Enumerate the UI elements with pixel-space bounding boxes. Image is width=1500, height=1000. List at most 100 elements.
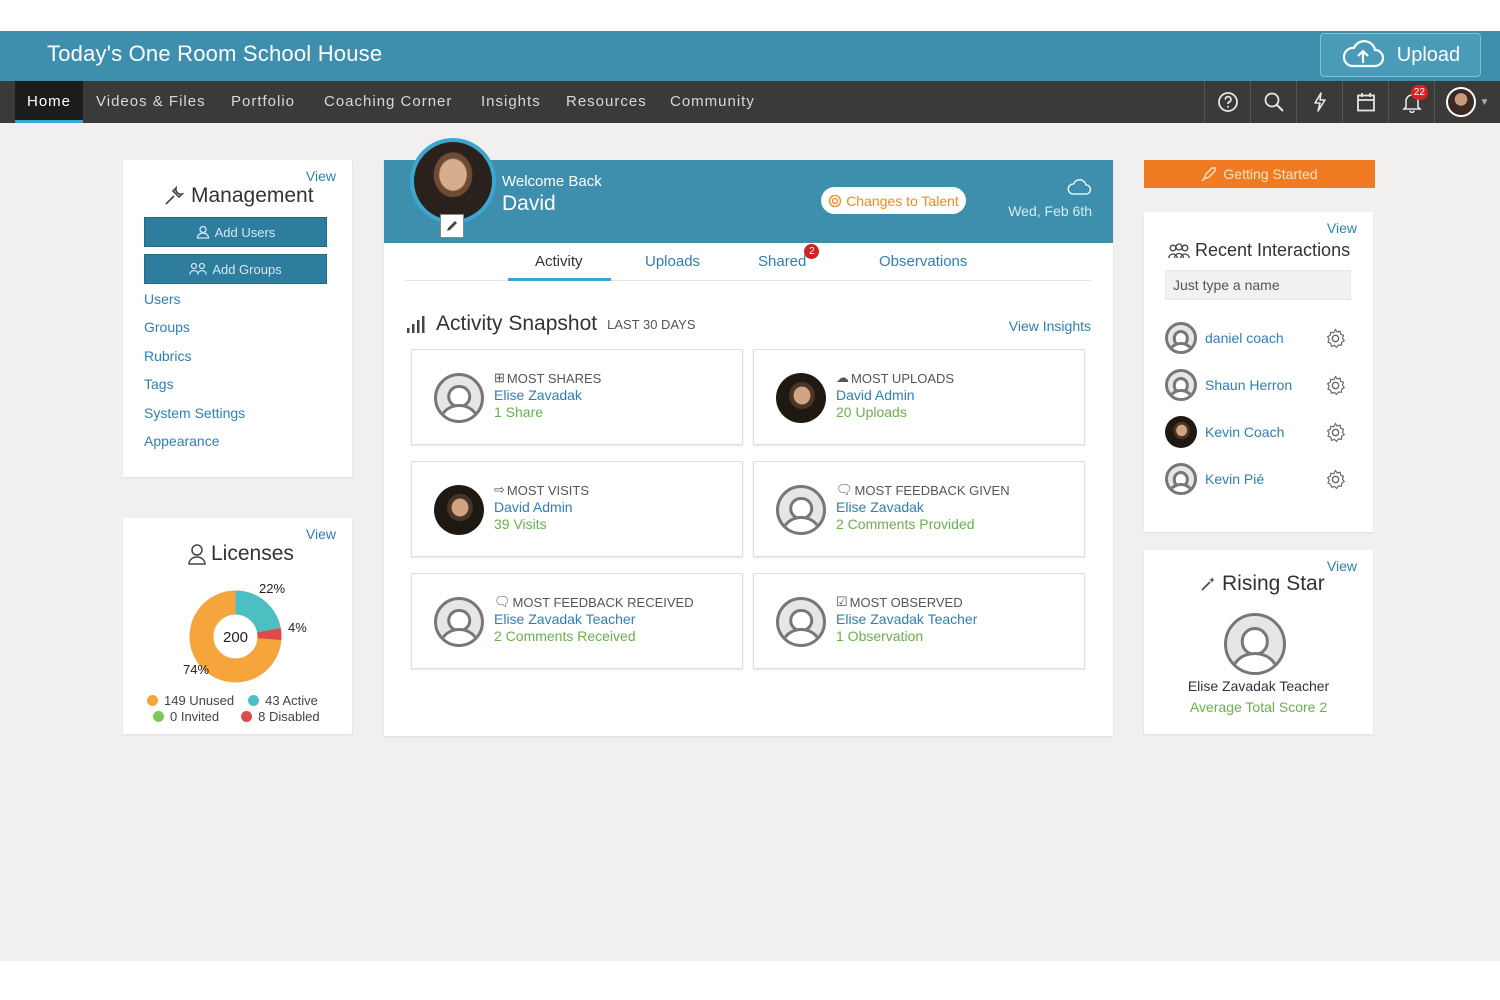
management-title: Management <box>163 184 314 208</box>
management-title-text: Management <box>191 184 314 207</box>
stat-name[interactable]: Elise Zavadak Teacher <box>494 611 635 627</box>
notifications-button[interactable]: 22 <box>1388 81 1434 123</box>
stat-card-most-feedback-received[interactable]: 🗨 MOST FEEDBACK RECEIVED Elise Zavadak Te… <box>411 573 743 669</box>
snapshot-subtitle: LAST 30 DAYS <box>607 316 696 332</box>
nav-coaching-corner[interactable]: Coaching Corner <box>324 81 452 123</box>
top-bar: Today's One Room School House Upload <box>0 31 1500 81</box>
help-button[interactable] <box>1204 81 1250 123</box>
stat-value: 1 Observation <box>836 628 924 644</box>
stat-card-most-shares[interactable]: ⊞ MOST SHARES Elise Zavadak 1 Share <box>411 349 743 445</box>
signal-bars-icon <box>407 316 425 333</box>
wrench-icon <box>165 185 185 205</box>
user-icon <box>188 544 206 565</box>
pencil-icon <box>447 221 457 231</box>
visit-icon: ⇨ <box>494 482 505 497</box>
stat-name[interactable]: David Admin <box>836 387 915 403</box>
recent-person-row[interactable]: Shaun Herron <box>1165 369 1346 403</box>
activity-tabs: Activity Uploads Shared 2 Observations <box>405 243 1091 281</box>
gear-icon[interactable] <box>1325 375 1346 396</box>
management-view-link[interactable]: View <box>306 168 336 184</box>
snapshot-title-text: Activity Snapshot <box>436 312 598 335</box>
activity-button[interactable] <box>1296 81 1342 123</box>
getting-started-label: Getting Started <box>1223 166 1318 182</box>
stat-name[interactable]: David Admin <box>494 499 573 515</box>
stat-label: ☑ MOST OBSERVED <box>836 594 963 610</box>
cloud-icon <box>1067 178 1092 195</box>
user-icon <box>196 225 209 239</box>
app-window: Today's One Room School House Upload Hom… <box>0 31 1500 961</box>
check-icon: ☑ <box>836 594 848 609</box>
group-icon <box>189 262 208 275</box>
stat-card-most-uploads[interactable]: ☁ MOST UPLOADS David Admin 20 Uploads <box>753 349 1085 445</box>
recent-view-link[interactable]: View <box>1327 220 1357 236</box>
recent-person-row[interactable]: Kevin Pié <box>1165 463 1346 497</box>
gear-icon[interactable] <box>1325 469 1346 490</box>
avatar <box>434 597 484 647</box>
recent-person-name[interactable]: Shaun Herron <box>1205 377 1292 393</box>
management-link-tags[interactable]: Tags <box>144 376 245 404</box>
cloud-upload-icon <box>1342 40 1384 68</box>
stat-card-most-observed[interactable]: ☑ MOST OBSERVED Elise Zavadak Teacher 1 O… <box>753 573 1085 669</box>
management-link-appearance[interactable]: Appearance <box>144 433 245 461</box>
weather-widget: Wed, Feb 6th <box>1008 178 1092 219</box>
stat-value: 20 Uploads <box>836 404 907 420</box>
recent-search-input[interactable] <box>1165 270 1351 300</box>
add-groups-button[interactable]: Add Groups <box>144 254 327 284</box>
recent-person-row[interactable]: daniel coach <box>1165 322 1346 356</box>
recent-person-row[interactable]: Kevin Coach <box>1165 416 1346 450</box>
gear-icon[interactable] <box>1325 328 1346 349</box>
management-link-system-settings[interactable]: System Settings <box>144 405 245 433</box>
management-link-users[interactable]: Users <box>144 291 245 319</box>
upload-icon: ☁ <box>836 370 849 385</box>
licenses-card: View Licenses 200 22% 4% 74% 149 Unused … <box>123 518 352 734</box>
avatar[interactable] <box>1224 613 1286 675</box>
rising-star-view-link[interactable]: View <box>1327 558 1357 574</box>
rising-star-name: Elise Zavadak Teacher <box>1187 678 1330 694</box>
stat-card-most-feedback-given[interactable]: 🗨 MOST FEEDBACK GIVEN Elise Zavadak 2 Com… <box>753 461 1085 557</box>
stat-name[interactable]: Elise Zavadak Teacher <box>836 611 977 627</box>
add-groups-label: Add Groups <box>212 261 282 277</box>
tab-shared[interactable]: Shared 2 <box>758 244 820 270</box>
avatar <box>776 485 826 535</box>
management-links: Users Groups Rubrics Tags System Setting… <box>144 291 245 461</box>
licenses-view-link[interactable]: View <box>306 526 336 542</box>
stat-label: 🗨 MOST FEEDBACK GIVEN <box>836 482 1010 498</box>
search-button[interactable] <box>1250 81 1296 123</box>
nav-home[interactable]: Home <box>15 81 84 123</box>
recent-person-name[interactable]: Kevin Pié <box>1205 471 1264 487</box>
stat-name[interactable]: Elise Zavadak <box>836 499 924 515</box>
licenses-legend-row-1: 149 Unused 43 Active <box>147 693 318 708</box>
gear-icon[interactable] <box>1325 422 1346 443</box>
add-users-button[interactable]: Add Users <box>144 217 327 247</box>
tab-observations[interactable]: Observations <box>879 253 967 270</box>
management-link-rubrics[interactable]: Rubrics <box>144 348 245 376</box>
management-card: View Management Add Users Add Groups Use… <box>123 160 352 477</box>
nav-portfolio[interactable]: Portfolio <box>231 81 295 123</box>
nav-videos-files[interactable]: Videos & Files <box>96 81 206 123</box>
recent-person-name[interactable]: daniel coach <box>1205 330 1284 346</box>
view-insights-link[interactable]: View Insights <box>1009 318 1091 334</box>
nav-resources[interactable]: Resources <box>566 81 647 123</box>
stat-card-most-visits[interactable]: ⇨ MOST VISITS David Admin 39 Visits <box>411 461 743 557</box>
help-icon <box>1217 92 1238 112</box>
profile-avatar[interactable] <box>410 138 496 224</box>
tab-activity[interactable]: Activity <box>535 253 583 270</box>
changes-to-talent-button[interactable]: Changes to Talent <box>821 187 966 214</box>
edit-avatar-button[interactable] <box>440 214 464 238</box>
rising-star-title-text: Rising Star <box>1222 572 1325 595</box>
welcome-header: Welcome Back David Changes to Talent Wed… <box>384 138 1113 243</box>
user-menu-button[interactable]: ▼ <box>1434 81 1500 123</box>
tab-uploads[interactable]: Uploads <box>645 253 700 270</box>
licenses-legend-row-2: 0 Invited 8 Disabled <box>153 709 320 724</box>
nav-community[interactable]: Community <box>670 81 755 123</box>
recent-person-name[interactable]: Kevin Coach <box>1205 424 1284 440</box>
upload-button[interactable]: Upload <box>1320 33 1481 77</box>
calendar-icon <box>1356 93 1375 112</box>
nav-insights[interactable]: Insights <box>481 81 541 123</box>
stat-name[interactable]: Elise Zavadak <box>494 387 582 403</box>
getting-started-button[interactable]: Getting Started <box>1144 160 1375 188</box>
management-link-groups[interactable]: Groups <box>144 319 245 347</box>
calendar-button[interactable] <box>1342 81 1388 123</box>
donut-label-active: 22% <box>259 581 286 596</box>
stat-value: 39 Visits <box>494 516 547 532</box>
